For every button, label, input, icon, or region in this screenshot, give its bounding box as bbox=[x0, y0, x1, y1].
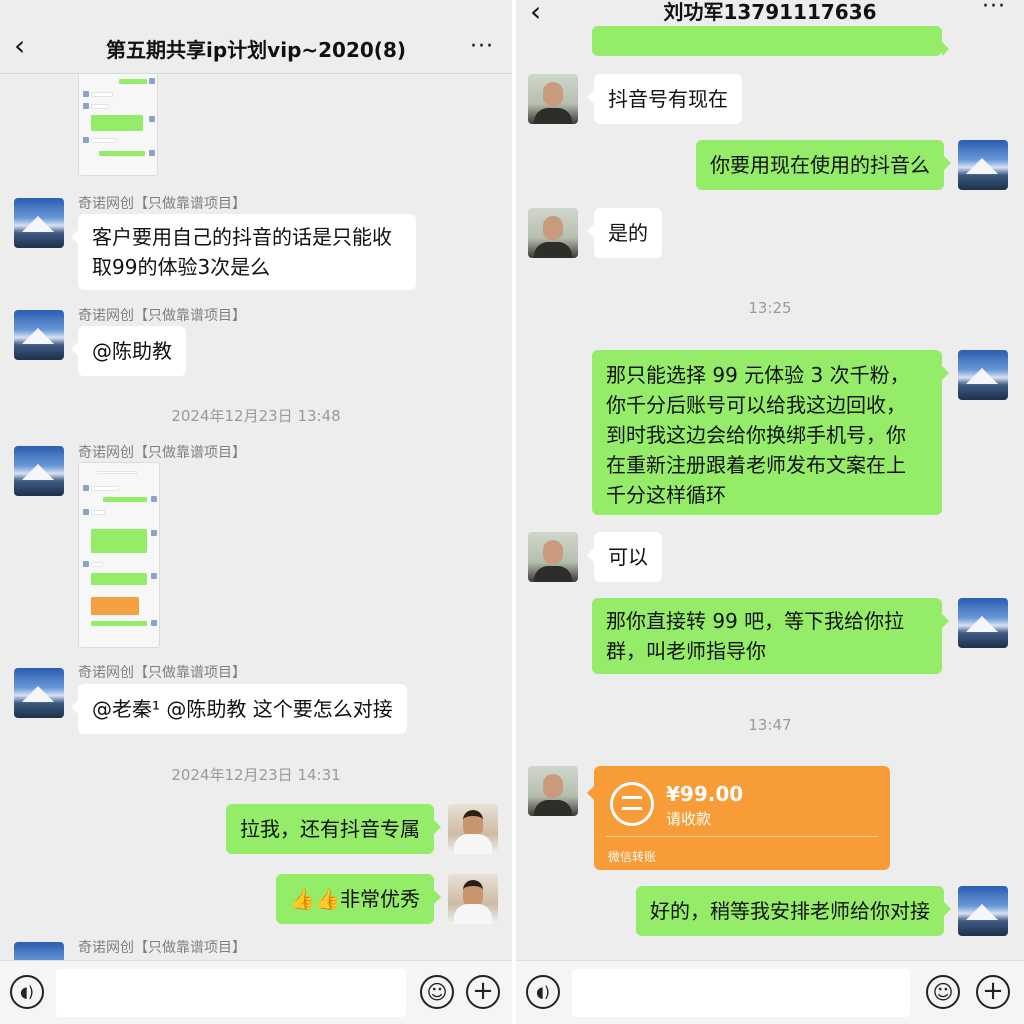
chat-header: ‹ 第五期共享ip计划vip~2020(8) ··· bbox=[0, 0, 512, 74]
message-line: 到时我这边会给你换绑手机号，你 bbox=[606, 423, 906, 447]
image-message[interactable] bbox=[78, 62, 158, 176]
message-bubble[interactable]: 是的 bbox=[587, 208, 662, 258]
voice-icon[interactable]: ◖) bbox=[526, 975, 560, 1009]
transfer-status: 请收款 bbox=[666, 810, 712, 828]
timestamp: 2024年12月23日 13:48 bbox=[171, 407, 341, 425]
timestamp: 13:25 bbox=[748, 299, 792, 317]
message-line: 取99的体验3次是么 bbox=[92, 255, 271, 279]
message-line: 你千分后账号可以给我这边回收， bbox=[606, 393, 906, 417]
avatar[interactable] bbox=[528, 766, 578, 816]
transfer-card[interactable]: ¥99.00 请收款 微信转账 bbox=[587, 766, 890, 870]
avatar[interactable] bbox=[528, 532, 578, 582]
chat-title: 刘功军13791117636 bbox=[663, 0, 877, 24]
chat-header: ‹ 刘功军13791117636 ··· bbox=[516, 0, 1024, 26]
avatar[interactable] bbox=[14, 446, 64, 496]
plus-icon[interactable]: + bbox=[976, 975, 1010, 1009]
message-bubble[interactable]: @老秦¹ @陈助教 这个要怎么对接 bbox=[71, 684, 407, 734]
plus-icon[interactable]: + bbox=[466, 975, 500, 1009]
sender-name: 奇诺网创【只做靠谱项目】 bbox=[78, 308, 246, 324]
image-message[interactable] bbox=[78, 462, 160, 648]
chat-title: 第五期共享ip计划vip~2020(8) bbox=[106, 38, 406, 62]
more-icon[interactable]: ··· bbox=[982, 0, 1006, 19]
avatar[interactable] bbox=[958, 350, 1008, 400]
left-chat-pane: ‹ 第五期共享ip计划vip~2020(8) ··· 奇诺网创【只做靠谱项目】 … bbox=[0, 0, 512, 1024]
avatar[interactable] bbox=[448, 874, 498, 924]
transfer-divider bbox=[606, 836, 878, 837]
message-line: 客户要用自己的抖音的话是只能收 bbox=[92, 225, 392, 249]
sender-name: 奇诺网创【只做靠谱项目】 bbox=[78, 445, 246, 461]
avatar[interactable] bbox=[958, 598, 1008, 648]
split-screen: ‹ 第五期共享ip计划vip~2020(8) ··· 奇诺网创【只做靠谱项目】 … bbox=[0, 0, 1024, 1024]
message-bubble[interactable]: 客户要用自己的抖音的话是只能收 取99的体验3次是么 bbox=[71, 214, 416, 290]
message-line: 在重新注册跟着老师发布文案在上 bbox=[606, 453, 906, 477]
avatar[interactable] bbox=[528, 208, 578, 258]
transfer-amount: ¥99.00 bbox=[666, 782, 744, 806]
message-bubble-self[interactable]: 那你直接转 99 吧，等下我给你拉 群，叫老师指导你 bbox=[592, 598, 949, 674]
message-bubble-self[interactable]: 好的，稍等我安排老师给你对接 bbox=[636, 886, 951, 936]
emoji-icon[interactable]: ☺ bbox=[926, 975, 960, 1009]
emoji-icon[interactable]: ☺ bbox=[420, 975, 454, 1009]
avatar[interactable] bbox=[528, 74, 578, 124]
message-bubble[interactable]: 可以 bbox=[587, 532, 662, 582]
message-bubble-self[interactable]: 👍👍非常优秀 bbox=[276, 874, 441, 924]
input-bar: ◖) ☺ + bbox=[516, 960, 1024, 1024]
sender-name: 奇诺网创【只做靠谱项目】 bbox=[78, 665, 246, 681]
message-input[interactable] bbox=[56, 969, 406, 1017]
message-line: 千分这样循环 bbox=[606, 483, 726, 507]
sender-name: 奇诺网创【只做靠谱项目】 bbox=[78, 196, 246, 212]
message-input[interactable] bbox=[572, 969, 910, 1017]
avatar[interactable] bbox=[14, 668, 64, 718]
message-line: 那只能选择 99 元体验 3 次千粉， bbox=[606, 363, 910, 387]
message-line: 群，叫老师指导你 bbox=[606, 639, 766, 663]
avatar[interactable] bbox=[958, 140, 1008, 190]
timestamp: 2024年12月23日 14:31 bbox=[171, 766, 341, 784]
message-bubble[interactable]: 抖音号有现在 bbox=[587, 74, 742, 124]
avatar[interactable] bbox=[448, 804, 498, 854]
message-bubble-self-partial[interactable] bbox=[592, 26, 949, 56]
message-bubble-self[interactable]: 那只能选择 99 元体验 3 次千粉， 你千分后账号可以给我这边回收， 到时我这… bbox=[592, 350, 949, 515]
avatar[interactable] bbox=[14, 310, 64, 360]
message-line: 那你直接转 99 吧，等下我给你拉 bbox=[606, 609, 905, 633]
timestamp: 13:47 bbox=[748, 716, 792, 734]
voice-icon[interactable]: ◖) bbox=[10, 975, 44, 1009]
input-bar: ◖) ☺ + bbox=[0, 960, 512, 1024]
more-icon[interactable]: ··· bbox=[470, 34, 494, 59]
avatar[interactable] bbox=[14, 198, 64, 248]
back-icon[interactable]: ‹ bbox=[14, 32, 36, 60]
sender-name: 奇诺网创【只做靠谱项目】 bbox=[78, 940, 246, 956]
message-bubble-self[interactable]: 拉我，还有抖音专属 bbox=[226, 804, 441, 854]
transfer-icon bbox=[610, 782, 654, 826]
avatar[interactable] bbox=[958, 886, 1008, 936]
message-bubble-self[interactable]: 你要用现在使用的抖音么 bbox=[696, 140, 951, 190]
back-icon[interactable]: ‹ bbox=[530, 0, 552, 26]
right-chat-pane: ‹ 刘功军13791117636 ··· 抖音号有现在 你要用现在使用的抖音么 … bbox=[516, 0, 1024, 1024]
transfer-footer: 微信转账 bbox=[608, 850, 657, 864]
message-bubble[interactable]: @陈助教 bbox=[71, 326, 186, 376]
